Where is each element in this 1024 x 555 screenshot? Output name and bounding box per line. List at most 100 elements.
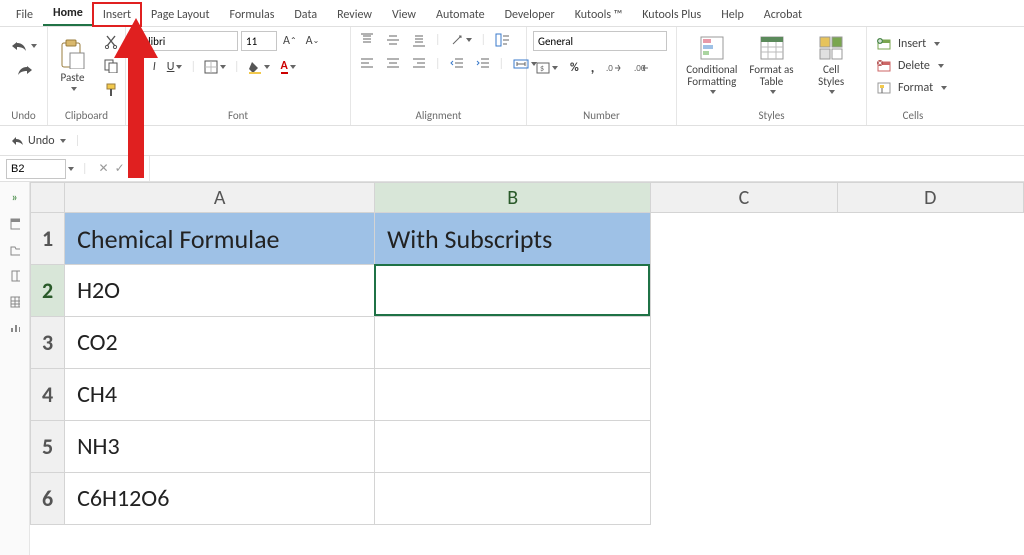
cell-C2[interactable] — [651, 265, 837, 317]
qa-undo-button[interactable]: Undo — [8, 132, 69, 150]
borders-icon[interactable] — [201, 58, 229, 76]
fill-color-icon[interactable] — [245, 58, 273, 76]
cancel-formula-icon[interactable]: ✕ — [96, 159, 112, 178]
formula-input[interactable] — [149, 156, 1024, 181]
align-bottom-icon[interactable] — [409, 31, 429, 49]
copy-icon[interactable] — [101, 57, 121, 75]
cells-delete-button[interactable]: Delete — [873, 57, 947, 75]
tab-developer[interactable]: Developer — [495, 3, 565, 26]
cell-C4[interactable] — [651, 369, 837, 421]
cell-B4[interactable] — [375, 369, 651, 421]
tab-help[interactable]: Help — [711, 3, 754, 26]
tab-kutools-plus[interactable]: Kutools Plus — [632, 3, 711, 26]
cell-styles-button[interactable]: Cell Styles — [802, 33, 860, 96]
side-panes-icon[interactable] — [7, 216, 23, 232]
font-family-select[interactable] — [132, 31, 238, 51]
cell-D5[interactable] — [837, 421, 1023, 473]
format-painter-icon[interactable] — [101, 81, 121, 99]
spreadsheet-grid[interactable]: ABCD 1Chemical FormulaeWith Subscripts 2H2… — [30, 182, 1024, 555]
orientation-icon[interactable] — [447, 31, 475, 49]
conditional-formatting-button[interactable]: Conditional Formatting — [683, 33, 741, 96]
cell-D3[interactable] — [837, 317, 1023, 369]
undo-icon[interactable] — [8, 37, 40, 55]
align-top-icon[interactable] — [357, 31, 377, 49]
increase-decimal-icon[interactable]: .0 — [603, 60, 625, 76]
tab-home[interactable]: Home — [43, 1, 93, 26]
col-header-C[interactable]: C — [651, 183, 837, 213]
side-grid-icon[interactable] — [7, 294, 23, 310]
row-header-2[interactable]: 2 — [31, 265, 65, 317]
format-as-table-button[interactable]: Format as Table — [743, 33, 801, 96]
name-box[interactable] — [6, 159, 66, 179]
accounting-format-icon[interactable]: $ — [533, 59, 561, 77]
cut-icon[interactable] — [101, 33, 121, 51]
tab-view[interactable]: View — [382, 3, 426, 26]
tab-acrobat[interactable]: Acrobat — [754, 3, 812, 26]
col-header-D[interactable]: D — [837, 183, 1023, 213]
cell-C1[interactable] — [651, 213, 837, 265]
cell-B3[interactable] — [375, 317, 651, 369]
tab-insert[interactable]: Insert — [93, 3, 141, 26]
side-folder-icon[interactable] — [7, 242, 23, 258]
cell-B6[interactable] — [375, 473, 651, 525]
cell-A6[interactable]: C6H12O6 — [65, 473, 375, 525]
row-header-4[interactable]: 4 — [31, 369, 65, 421]
cell-C3[interactable] — [651, 317, 837, 369]
cells-insert-button[interactable]: Insert — [873, 35, 943, 53]
cell-A2[interactable]: H2O — [65, 265, 375, 317]
select-all-corner[interactable] — [31, 183, 65, 213]
decrease-indent-icon[interactable] — [447, 55, 467, 73]
cell-A4[interactable]: CH4 — [65, 369, 375, 421]
cell-B1[interactable]: With Subscripts — [375, 213, 651, 265]
row-header-1[interactable]: 1 — [31, 213, 65, 265]
tab-file[interactable]: File — [6, 3, 43, 26]
fx-icon[interactable]: fx — [134, 162, 143, 176]
underline-icon[interactable]: U — [164, 58, 186, 76]
side-expand-icon[interactable]: » — [7, 190, 23, 206]
font-color-icon[interactable]: A — [278, 57, 299, 76]
row-header-6[interactable]: 6 — [31, 473, 65, 525]
percent-icon[interactable]: % — [567, 59, 582, 77]
tab-review[interactable]: Review — [327, 3, 382, 26]
row-header-3[interactable]: 3 — [31, 317, 65, 369]
tab-kutools[interactable]: Kutools ™ — [565, 3, 633, 26]
comma-style-icon[interactable]: , — [588, 57, 598, 78]
align-center-icon[interactable] — [383, 55, 403, 73]
cell-D1[interactable] — [837, 213, 1023, 265]
paste-button[interactable]: Paste — [53, 37, 93, 92]
number-format-select[interactable] — [533, 31, 667, 51]
redo-icon[interactable] — [12, 61, 36, 79]
side-book-icon[interactable] — [7, 268, 23, 284]
align-middle-icon[interactable] — [383, 31, 403, 49]
cells-format-button[interactable]: Format — [873, 79, 950, 97]
cell-B2[interactable] — [375, 265, 651, 317]
align-left-icon[interactable] — [357, 55, 377, 73]
decrease-font-icon[interactable]: A⌄ — [303, 32, 323, 50]
tab-data[interactable]: Data — [284, 3, 327, 26]
cell-D4[interactable] — [837, 369, 1023, 421]
row-header-5[interactable]: 5 — [31, 421, 65, 473]
cell-A1[interactable]: Chemical Formulae — [65, 213, 375, 265]
font-size-select[interactable] — [241, 31, 277, 51]
cell-A3[interactable]: CO2 — [65, 317, 375, 369]
increase-indent-icon[interactable] — [473, 55, 493, 73]
cell-A5[interactable]: NH3 — [65, 421, 375, 473]
tab-formulas[interactable]: Formulas — [219, 3, 284, 26]
col-header-B[interactable]: B — [375, 183, 651, 213]
cell-C6[interactable] — [651, 473, 837, 525]
cell-C5[interactable] — [651, 421, 837, 473]
increase-font-icon[interactable]: A⌃ — [280, 32, 300, 50]
cell-D2[interactable] — [837, 265, 1023, 317]
col-header-A[interactable]: A — [65, 183, 375, 213]
tab-page-layout[interactable]: Page Layout — [141, 3, 219, 26]
wrap-text-icon[interactable] — [492, 31, 514, 49]
italic-icon[interactable]: I — [150, 58, 159, 76]
cell-B5[interactable] — [375, 421, 651, 473]
cell-D6[interactable] — [837, 473, 1023, 525]
bold-icon[interactable]: B — [132, 58, 145, 76]
side-chart-icon[interactable] — [7, 320, 23, 336]
align-right-icon[interactable] — [409, 55, 429, 73]
tab-automate[interactable]: Automate — [426, 3, 495, 26]
enter-formula-icon[interactable]: ✓ — [112, 159, 128, 178]
decrease-decimal-icon[interactable]: .00 — [631, 60, 653, 76]
